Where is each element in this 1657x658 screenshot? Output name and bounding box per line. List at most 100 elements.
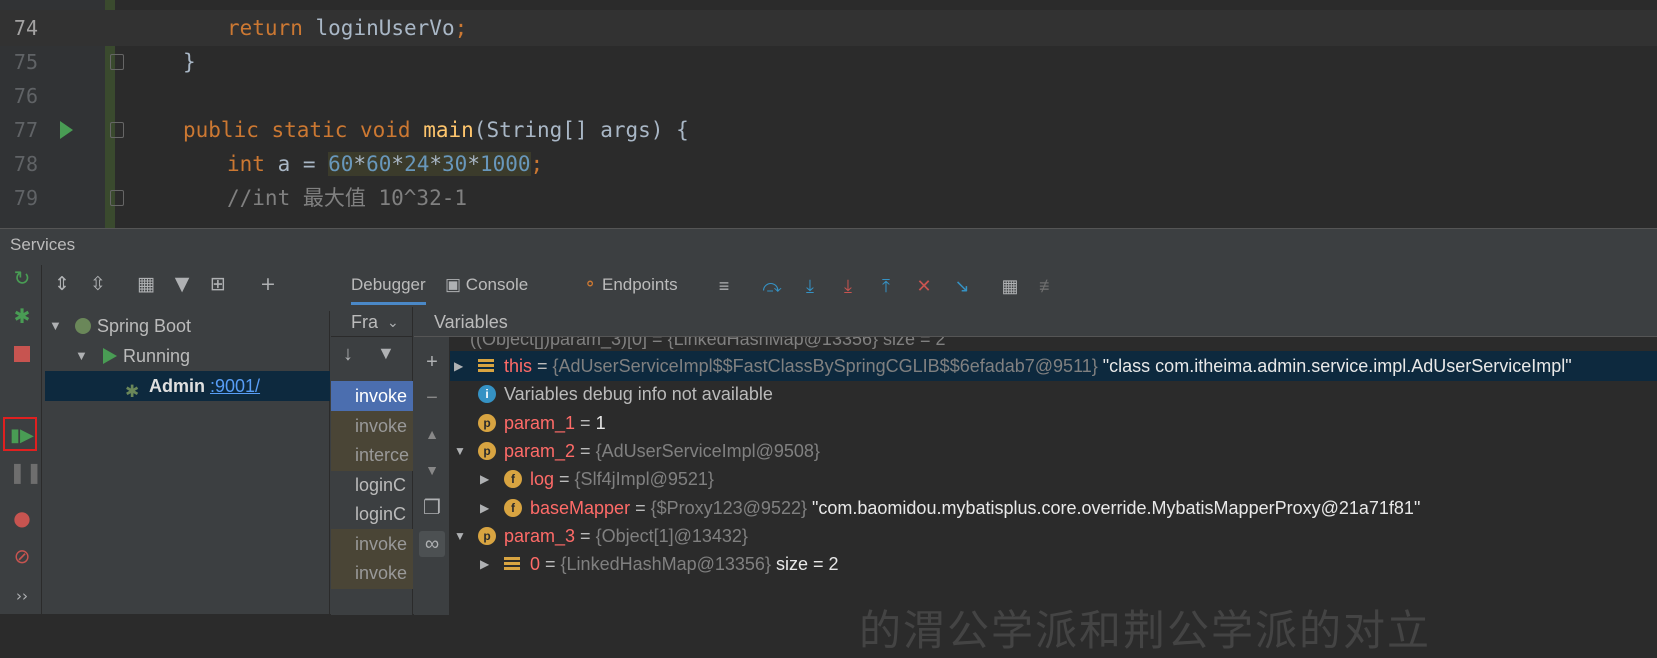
code-token: //int 最大值 10^32-1 <box>227 186 468 210</box>
code-editor[interactable]: 74 return loginUserVo; 75} 76 77 public stati… <box>0 0 1657 228</box>
variable-value: "com.baomidou.mybatisplus.core.override.… <box>807 497 1421 518</box>
trace-current-stream-icon[interactable]: ≢ <box>1035 273 1061 299</box>
frame-row[interactable]: invoke <box>331 410 413 442</box>
tab-endpoints-label: Endpoints <box>601 275 678 294</box>
frame-row[interactable]: invoke <box>331 528 413 560</box>
field-icon: f <box>504 498 522 517</box>
frame-row[interactable]: loginC <box>331 499 413 530</box>
variables-side-toolbar: + − ▲ ▼ ❐ ∞ <box>414 337 450 615</box>
variable-row[interactable]: ▼ p param_2 = {AdUserServiceImpl@9508} <box>450 436 1657 466</box>
variables-panel: Variables + − ▲ ▼ ❐ ∞ ((Object[])param_3… <box>414 307 1657 655</box>
tree-label-admin: Admin <box>149 376 205 396</box>
menu-lines-icon[interactable]: ≡ <box>711 273 737 299</box>
variable-row[interactable]: ▼ p param_3 = {Object[1]@13432} <box>450 521 1657 551</box>
collapse-all-icon[interactable]: ⇳ <box>85 271 111 297</box>
collapse-arrow-icon[interactable]: ▼ <box>454 521 466 551</box>
variables-header: Variables <box>414 307 1657 337</box>
code-line[interactable]: 75} <box>0 44 1657 80</box>
rerun-icon[interactable]: ↻ <box>9 265 35 291</box>
tree-item-admin[interactable]: ✱ Admin :9001/ <box>45 371 330 401</box>
expand-arrow-icon[interactable]: ▼ <box>75 341 88 371</box>
pause-icon[interactable]: ❚❚ <box>9 459 43 485</box>
copy-icon[interactable]: ❐ <box>419 495 445 521</box>
step-over-icon[interactable]: ⤼ <box>759 273 785 299</box>
code-text: //int 最大值 10^32-1 <box>227 180 467 216</box>
add-watch-icon[interactable]: + <box>419 349 445 375</box>
variable-row[interactable]: ▶ this = {AdUserServiceImpl$$FastClassByS… <box>450 351 1657 381</box>
tab-debugger[interactable]: Debugger <box>351 265 426 305</box>
move-up-icon[interactable]: ▲ <box>419 421 445 447</box>
run-main-icon[interactable] <box>60 121 73 139</box>
tree-item-spring-boot[interactable]: ▼ Spring Boot <box>45 311 330 341</box>
fold-marker-icon[interactable] <box>110 190 124 206</box>
code-token: 1000 <box>479 152 531 176</box>
expand-arrow-icon[interactable]: ▶ <box>480 464 489 494</box>
chevron-down-icon[interactable]: ⌄ <box>387 307 399 337</box>
code-line[interactable]: 78 int a = 60*60*24*30*1000; <box>0 146 1657 182</box>
frame-row[interactable]: interce <box>331 440 413 471</box>
variable-name: this <box>504 356 533 376</box>
remove-watch-icon[interactable]: − <box>419 385 445 411</box>
variable-value: size = 2 <box>770 554 839 575</box>
code-token: ; <box>530 152 544 176</box>
app-port-link[interactable]: :9001/ <box>210 371 260 401</box>
code-token: } <box>183 50 196 74</box>
tree-item-running[interactable]: ▼ Running <box>45 341 330 371</box>
variable-type: {Object[1]@13432} <box>595 525 748 546</box>
console-icon: ▣ <box>445 275 462 294</box>
view-breakpoints-icon[interactable]: ● <box>9 505 35 531</box>
code-token: 60 <box>328 152 354 176</box>
line-number: 74 <box>13 16 38 40</box>
filter-icon[interactable]: ▼ <box>377 343 395 364</box>
expand-arrow-icon[interactable]: ▶ <box>480 549 489 579</box>
filter-icon[interactable]: ▼ <box>169 271 195 297</box>
code-line[interactable]: 77 public static void main(String[] args)… <box>0 112 1657 148</box>
code-token: 60 <box>366 152 392 176</box>
frame-row[interactable]: loginC <box>331 470 413 501</box>
group-by-icon[interactable]: ▦ <box>133 271 159 297</box>
force-step-into-icon[interactable]: ⤓ <box>835 273 861 299</box>
expand-arrow-icon[interactable]: ▶ <box>454 351 463 381</box>
fold-marker-icon[interactable] <box>110 122 124 138</box>
code-token: * <box>391 152 405 176</box>
show-watches-icon[interactable]: ∞ <box>419 531 445 557</box>
fold-marker-icon[interactable] <box>110 54 124 70</box>
code-line[interactable]: 76 <box>0 78 1657 114</box>
more-icon[interactable]: ›› <box>9 583 35 609</box>
debug-bug-icon: ✱ <box>125 382 140 401</box>
variable-row-partial[interactable]: ((Object[])param_3)[0] = {LinkedHashMap@… <box>450 337 1657 351</box>
variable-row[interactable]: i Variables debug info not available <box>450 379 1657 409</box>
expand-arrow-icon[interactable]: ▶ <box>480 493 489 523</box>
frame-row[interactable]: invoke <box>331 381 413 412</box>
variable-row[interactable]: ▶ 0 = {LinkedHashMap@13356} size = 2 <box>450 549 1657 579</box>
evaluate-expression-icon[interactable]: ▦ <box>997 273 1023 299</box>
stop-button[interactable] <box>9 341 35 367</box>
variable-row[interactable]: p param_1 = 1 <box>450 408 1657 438</box>
frame-row[interactable]: invoke <box>331 558 413 589</box>
variable-name: param_2 <box>504 440 576 461</box>
drop-frame-icon[interactable]: ✕ <box>911 273 937 299</box>
tree-label-running: Running <box>123 346 191 366</box>
parameter-icon: p <box>478 413 496 432</box>
variable-row[interactable]: ▶ f baseMapper = {$Proxy123@9522} "com.bao… <box>450 493 1657 523</box>
new-tab-icon[interactable]: ⊞ <box>205 271 231 297</box>
expand-all-icon[interactable]: ⇕ <box>49 271 75 297</box>
step-into-icon[interactable]: ⤓ <box>797 273 823 299</box>
tab-endpoints[interactable]: ⚬ Endpoints <box>583 265 678 305</box>
resume-program-button[interactable]: ▮▶ <box>9 421 35 447</box>
code-line[interactable]: 74 return loginUserVo; <box>0 10 1657 46</box>
step-out-icon[interactable]: ⤒ <box>873 273 899 299</box>
variable-row[interactable]: ▶ f log = {Slf4jImpl@9521} <box>450 464 1657 494</box>
run-to-cursor-icon[interactable]: ↘ <box>949 273 975 299</box>
add-service-icon[interactable]: + <box>255 271 281 297</box>
debug-bug-icon[interactable]: ✱ <box>9 303 35 329</box>
code-line[interactable]: 79 //int 最大值 10^32-1 <box>0 180 1657 216</box>
move-down-icon[interactable]: ▼ <box>419 457 445 483</box>
arrow-down-icon[interactable]: ↓ <box>343 343 353 366</box>
expand-arrow-icon[interactable]: ▼ <box>49 311 62 341</box>
spring-boot-icon <box>75 318 91 334</box>
collapse-arrow-icon[interactable]: ▼ <box>454 436 466 466</box>
running-icon <box>103 348 117 364</box>
mute-breakpoints-icon[interactable]: ⊘ <box>9 543 35 569</box>
tab-console[interactable]: ▣ Console <box>445 265 528 305</box>
